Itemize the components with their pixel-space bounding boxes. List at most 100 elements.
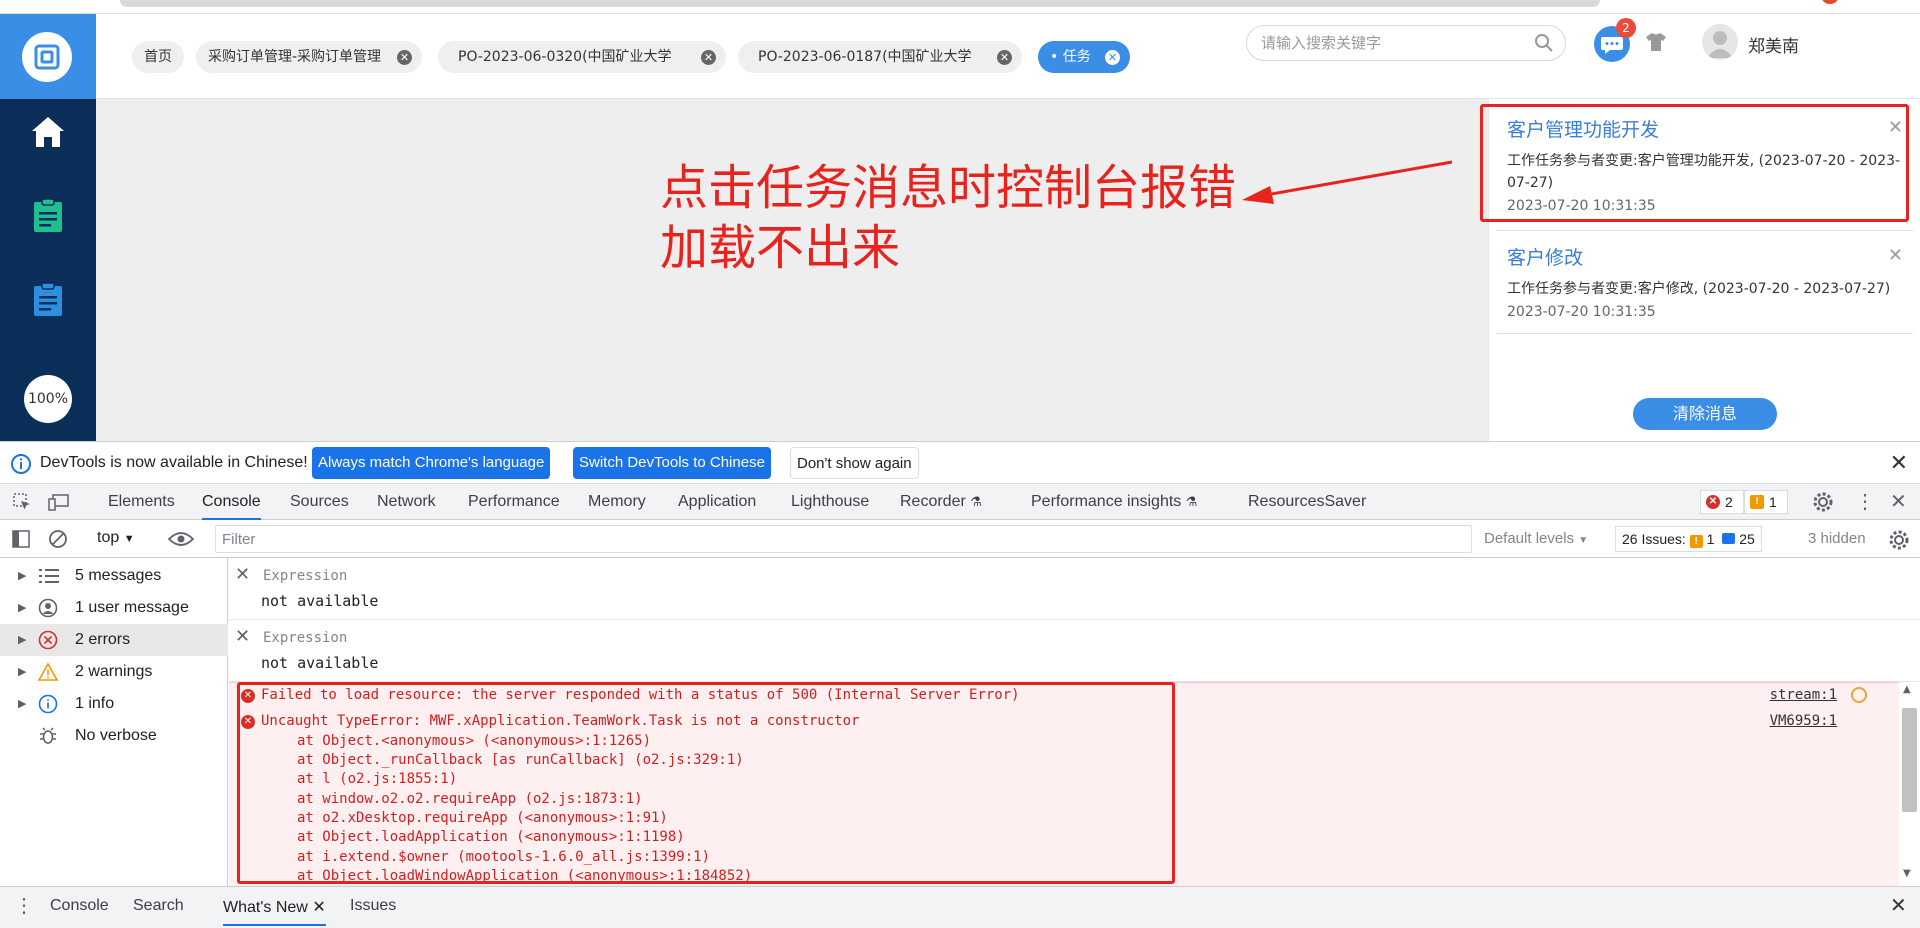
warning-icon: !: [1689, 535, 1703, 548]
sidebar-item-label: 2 warnings: [75, 663, 153, 680]
close-icon[interactable]: ✕: [1105, 50, 1120, 65]
dont-show-again-button[interactable]: Don't show again: [790, 447, 919, 479]
drawer-tab-issues[interactable]: Issues: [350, 897, 396, 915]
tab-purchase-orders[interactable]: 采购订单管理-采购订单管理 ✕: [196, 41, 422, 73]
info-icon: [11, 454, 31, 474]
username[interactable]: 郑美南: [1748, 32, 1799, 57]
tab-network[interactable]: Network: [377, 484, 436, 520]
eye-icon[interactable]: [168, 531, 194, 547]
remove-expression-icon[interactable]: ✕: [235, 626, 250, 647]
home-icon[interactable]: [28, 112, 68, 152]
sidebar-item-verbose[interactable]: No verbose: [0, 720, 228, 752]
list-icon: [39, 569, 59, 583]
context-selector[interactable]: top ▼: [97, 529, 135, 547]
logo-area[interactable]: [0, 14, 96, 99]
close-icon[interactable]: ✕: [397, 50, 412, 65]
close-icon[interactable]: ✕: [997, 50, 1012, 65]
clear-messages-button[interactable]: 清除消息: [1633, 398, 1777, 430]
tab-home[interactable]: 首页: [132, 41, 184, 73]
devtools-tab-strip: Elements Console Sources Network Perform…: [0, 484, 1920, 520]
scroll-thumb[interactable]: [1902, 708, 1917, 812]
caret-right-icon[interactable]: ▶: [18, 592, 26, 624]
close-icon[interactable]: ✕: [1888, 245, 1903, 266]
tab-console[interactable]: Console: [202, 484, 261, 520]
drawer-tab-whats-new[interactable]: What's New ✕: [223, 897, 326, 926]
gear-icon[interactable]: [1812, 491, 1834, 513]
console-scrollbar[interactable]: ▲ ▼: [1899, 682, 1920, 886]
remove-expression-icon[interactable]: ✕: [235, 564, 250, 585]
expression-key[interactable]: Expression: [263, 568, 347, 584]
sidebar-item-label: No verbose: [75, 727, 157, 744]
sidebar-toggle-icon[interactable]: [12, 530, 30, 548]
tab-lighthouse[interactable]: Lighthouse: [791, 484, 869, 520]
search-input[interactable]: [1246, 25, 1566, 61]
tab-task[interactable]: • 任务 ✕: [1038, 41, 1130, 73]
task-clipboard-icon[interactable]: [28, 196, 68, 236]
error-counter[interactable]: ✕ 2: [1700, 490, 1744, 514]
more-options-icon[interactable]: ⋮: [1855, 484, 1875, 520]
tab-performance[interactable]: Performance: [468, 484, 560, 520]
app-window: 100% 首页 采购订单管理-采购订单管理 ✕ PO-2023-06-0320(…: [0, 0, 1920, 441]
drawer-tab-console[interactable]: Console: [50, 897, 109, 915]
tab-memory[interactable]: Memory: [588, 484, 646, 520]
close-drawer-icon[interactable]: ✕: [1890, 893, 1907, 918]
inspect-element-icon[interactable]: [12, 492, 32, 512]
source-link[interactable]: stream:1: [1770, 687, 1837, 703]
source-link[interactable]: VM6959:1: [1770, 713, 1837, 729]
close-icon[interactable]: ✕: [1890, 450, 1908, 476]
caret-right-icon[interactable]: ▶: [18, 560, 26, 592]
caret-right-icon[interactable]: ▶: [18, 624, 26, 656]
console-filter-input[interactable]: [215, 525, 1472, 553]
switch-chinese-button[interactable]: Switch DevTools to Chinese: [573, 447, 771, 479]
caret-right-icon[interactable]: ▶: [18, 656, 26, 688]
top-scroll-thumb[interactable]: [120, 0, 1600, 7]
top-scrollbar[interactable]: [0, 0, 1920, 14]
issues-info-count: 25: [1739, 531, 1755, 547]
close-icon[interactable]: ✕: [312, 899, 325, 916]
warning-count: 1: [1769, 494, 1777, 510]
scroll-down-icon[interactable]: ▼: [1903, 868, 1911, 879]
log-levels-dropdown[interactable]: Default levels ▼: [1484, 530, 1588, 547]
scroll-up-icon[interactable]: ▲: [1903, 684, 1911, 695]
sidebar-item-messages[interactable]: ▶ 5 messages: [0, 560, 228, 592]
tab-performance-insights[interactable]: Performance insights ⚗: [1031, 484, 1197, 520]
notification-title[interactable]: 客户修改: [1507, 243, 1903, 270]
tab-resources-saver[interactable]: ResourcesSaver: [1248, 484, 1366, 520]
sidebar-item-errors[interactable]: ▶ 2 errors: [0, 624, 228, 656]
issues-button[interactable]: 26 Issues: ! 1 25: [1615, 526, 1762, 552]
network-activity-icon[interactable]: [1851, 687, 1867, 703]
tab-elements[interactable]: Elements: [108, 484, 175, 520]
console-settings-icon[interactable]: [1888, 529, 1910, 551]
warning-counter[interactable]: ! 1: [1744, 490, 1788, 514]
sidebar-item-info[interactable]: ▶ 1 info: [0, 688, 228, 720]
skin-shirt-icon[interactable]: [1645, 32, 1667, 52]
sidebar-item-label: 2 errors: [75, 631, 131, 648]
app-logo[interactable]: [22, 32, 72, 82]
bug-icon: [40, 727, 56, 744]
sidebar-item-warnings[interactable]: ▶ 2 warnings: [0, 656, 228, 688]
tab-po-0320[interactable]: PO-2023-06-0320(中国矿业大学 ✕: [438, 41, 726, 73]
device-toolbar-icon[interactable]: [48, 492, 70, 512]
drawer-tab-search[interactable]: Search: [133, 897, 184, 915]
caret-right-icon[interactable]: ▶: [18, 688, 26, 720]
console-sidebar: ▶ 5 messages ▶ 1 user message ▶ 2 errors…: [0, 558, 228, 886]
document-clipboard-icon[interactable]: [28, 280, 68, 320]
close-devtools-icon[interactable]: ✕: [1890, 484, 1907, 520]
sidebar-item-user-messages[interactable]: ▶ 1 user message: [0, 592, 228, 624]
match-language-button[interactable]: Always match Chrome's language: [312, 447, 551, 479]
tab-recorder[interactable]: Recorder ⚗: [900, 484, 982, 520]
tab-po-0187[interactable]: PO-2023-06-0187(中国矿业大学 ✕: [738, 41, 1022, 73]
message-count-badge: 2: [1616, 18, 1636, 38]
expression-key[interactable]: Expression: [263, 630, 347, 646]
sidebar: 100%: [0, 14, 96, 441]
notification-item[interactable]: 客户修改 工作任务参与者变更:客户修改, (2023-07-20 - 2023-…: [1497, 243, 1913, 320]
search-icon[interactable]: [1534, 33, 1554, 53]
close-icon[interactable]: ✕: [701, 50, 716, 65]
avatar[interactable]: [1702, 24, 1738, 60]
zoom-level[interactable]: 100%: [24, 375, 72, 423]
drawer-menu-icon[interactable]: ⋮: [14, 893, 34, 918]
tab-sources[interactable]: Sources: [290, 484, 349, 520]
warning-icon: !: [1750, 495, 1764, 509]
clear-console-icon[interactable]: [48, 529, 68, 549]
tab-application[interactable]: Application: [678, 484, 756, 520]
